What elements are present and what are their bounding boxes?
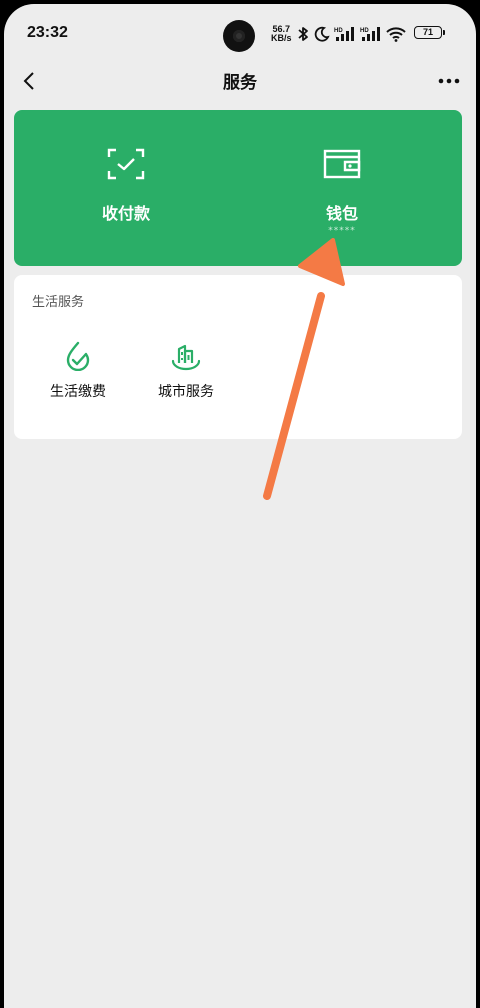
phone-frame: 23:32 56.7 KB/s HD HD 71 服务 收付款 钱包 *****… [0,0,480,1008]
wallet-balance-hidden: ***** [328,226,356,236]
bill-payment-label: 生活缴费 [50,384,106,400]
status-bar: 23:32 56.7 KB/s HD HD 71 [4,4,476,60]
bill-payment-icon [66,341,90,371]
receive-pay-button[interactable]: 收付款 [14,110,238,266]
payment-card: 收付款 钱包 ***** [14,110,462,266]
wallet-icon [323,149,361,179]
city-services-label: 城市服务 [158,384,214,400]
bill-payment-button[interactable]: 生活缴费 [28,335,128,415]
more-options-button[interactable] [434,66,464,96]
scan-check-icon [107,148,145,180]
screen: 23:32 56.7 KB/s HD HD 71 服务 收付款 钱包 *****… [4,4,476,1008]
section-title: 生活服务 [32,295,85,310]
battery-indicator: 71 [414,26,445,39]
navigation-bar: 服务 [4,60,476,104]
status-icons: HD HD [296,24,406,44]
signal-icon: HD [334,27,354,41]
network-speed: 56.7 KB/s [271,25,292,43]
page-title: 服务 [223,73,257,93]
status-time: 23:32 [27,24,68,41]
svg-text:HD: HD [360,28,369,34]
moon-icon [314,26,330,42]
wifi-icon [386,27,406,42]
life-services-card: 生活服务 生活缴费 城市服务 [14,275,462,439]
receive-pay-label: 收付款 [101,204,150,223]
wallet-label: 钱包 [325,204,358,223]
svg-text:HD: HD [334,28,343,34]
more-dots-icon [438,78,460,84]
wallet-button[interactable]: 钱包 ***** [230,110,454,266]
city-services-button[interactable]: 城市服务 [136,335,236,415]
network-speed-unit: KB/s [271,33,292,43]
city-services-icon [171,344,201,371]
front-camera [223,20,255,52]
signal-icon-2: HD [360,27,380,41]
bluetooth-icon [298,27,308,41]
